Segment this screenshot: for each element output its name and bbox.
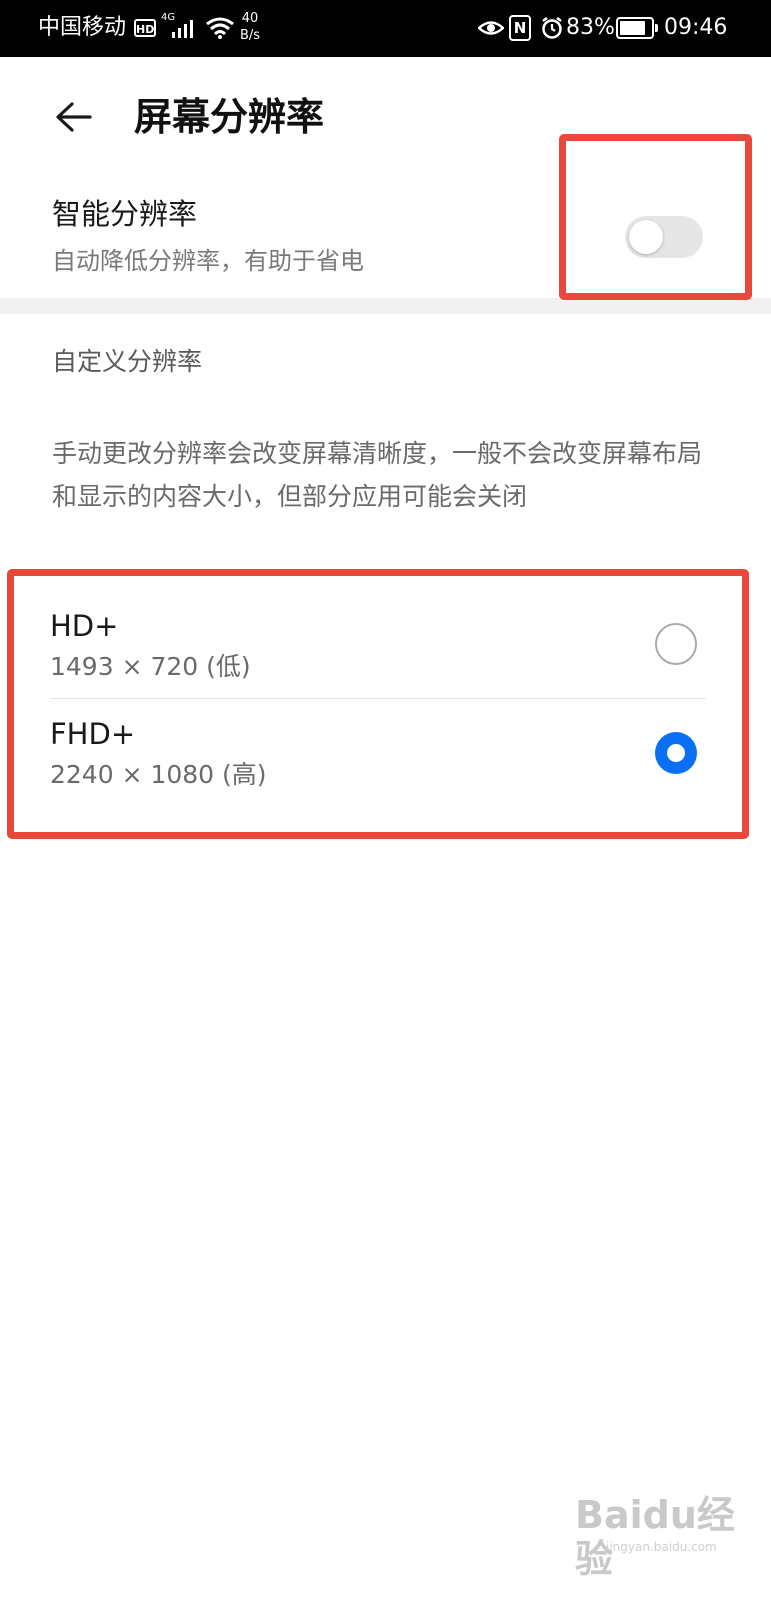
wifi-icon [206,17,234,39]
eye-comfort-icon [478,21,504,35]
custom-resolution-description: 手动更改分辨率会改变屏幕清晰度，一般不会改变屏幕布局和显示的内容大小，但部分应用… [52,439,703,511]
network-speed-unit: B/s [240,28,261,43]
battery-percent: 83% [566,15,615,40]
baidu-watermark-url: jingyan.baidu.com [606,1540,717,1554]
clock: 09:46 [664,15,728,40]
status-bar: 中国移动 HD 4G 40 B/s N 83% 09:46 [0,0,771,57]
back-arrow-icon[interactable] [50,92,100,142]
carrier-name: 中国移动 [38,15,127,40]
alarm-icon [542,17,562,39]
signal-icon [172,20,193,38]
baidu-watermark-logo: Baidu经验 [575,1493,735,1581]
annotation-box-toggle [559,134,752,300]
network-speed: 40 B/s [240,10,260,44]
battery-icon [616,17,654,39]
smart-resolution-subtitle: 自动降低分辨率，有助于省电 [52,247,364,275]
battery-tip [655,24,658,32]
nfc-icon: N [509,15,531,41]
page-title: 屏幕分辨率 [134,95,325,139]
section-divider [0,298,771,314]
custom-resolution-header: 自定义分辨率 [52,347,203,376]
smart-resolution-title: 智能分辨率 [52,197,198,231]
hd-voice-badge: HD [134,19,156,37]
annotation-box-options [7,569,749,839]
network-speed-value: 40 [241,11,259,26]
battery-fill [620,21,645,35]
